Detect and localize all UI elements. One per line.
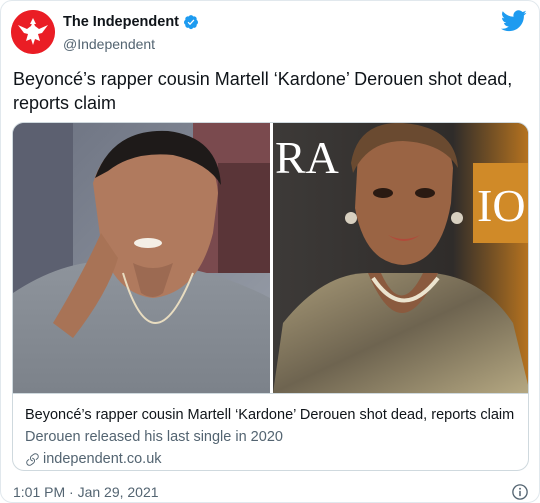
info-icon[interactable] [511,483,529,501]
author-name-row: The Independent [63,13,199,31]
author-handle[interactable]: @Independent [63,36,199,52]
card-title: Beyoncé’s rapper cousin Martell ‘Kardone… [25,407,515,423]
card-media: RA IO [13,123,528,393]
card-domain-row: independent.co.uk [25,450,518,469]
verified-badge-icon [184,15,198,30]
man-selfie-photo [13,123,270,393]
twitter-bird-icon[interactable] [501,10,527,32]
tweet-footer: 1:01 PM · Jan 29, 2021 [13,482,529,502]
card-photo-left [13,123,270,393]
sign-text-right: IO [477,180,526,231]
card-body: Beyoncé’s rapper cousin Martell ‘Kardone… [13,393,528,470]
tweet-header: The Independent @Independent [11,10,531,54]
card-description: Derouen released his last single in 2020 [25,429,283,445]
sign-text-left: RA [275,132,339,183]
tweet-embed: The Independent @Independent Beyoncé’s r… [0,0,540,503]
independent-eagle-logo-icon [11,10,55,54]
tweet-timestamp[interactable]: 1:01 PM · Jan 29, 2021 [13,484,159,500]
link-icon [26,453,39,466]
author-name[interactable]: The Independent [63,14,179,30]
woman-premiere-photo: RA IO [273,123,528,393]
card-domain: independent.co.uk [43,451,162,467]
avatar[interactable] [11,10,55,54]
tweet-text: Beyoncé’s rapper cousin Martell ‘Kardone… [13,69,513,113]
card-photo-right: RA IO [273,123,528,393]
link-card[interactable]: RA IO Beyoncé’s rapper cousin Martell ‘K… [12,122,529,471]
author-info: The Independent @Independent [63,13,199,52]
